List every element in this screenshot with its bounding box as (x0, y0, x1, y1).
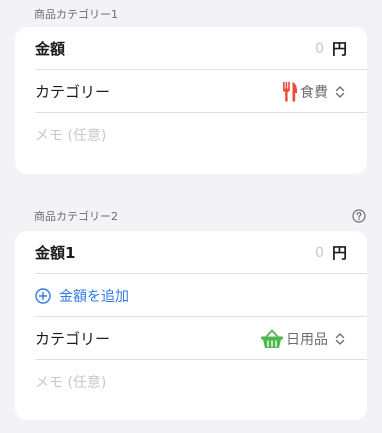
category-row[interactable]: カテゴリー 食費 (15, 70, 367, 113)
section2-header: 商品カテゴリー2 (34, 208, 366, 224)
section1-header-label: 商品カテゴリー1 (34, 8, 118, 21)
fork-knife-icon (283, 81, 297, 101)
amount1-label: 金額1 (35, 244, 76, 262)
amount1-value: 0 (315, 244, 324, 261)
category2-value: 日用品 (286, 331, 328, 348)
memo-row[interactable]: メモ (任意) (15, 113, 367, 156)
category2-row[interactable]: カテゴリー 日用品 (15, 317, 367, 360)
category-picker[interactable]: 食費 (282, 81, 347, 102)
add-amount-label: 金額を追加 (59, 288, 129, 305)
amount-label: 金額 (35, 40, 66, 58)
basket-icon (261, 329, 283, 348)
category-label: カテゴリー (35, 83, 111, 101)
amount1-row[interactable]: 金額1 0 円 (15, 231, 367, 274)
memo2-field[interactable]: メモ (任意) (35, 372, 347, 392)
memo-field[interactable]: メモ (任意) (35, 125, 347, 145)
amount1-field[interactable]: 0 円 (315, 242, 347, 263)
amount1-unit: 円 (331, 244, 347, 262)
section1-card: 金額 0 円 カテゴリー 食費 メモ (任意) (15, 27, 367, 174)
category-value: 食費 (300, 84, 328, 101)
chevron-up-down-icon (335, 332, 345, 345)
memo2-row[interactable]: メモ (任意) (15, 360, 367, 403)
category2-label: カテゴリー (35, 330, 111, 348)
category2-picker[interactable]: 日用品 (260, 329, 347, 349)
amount-value: 0 (315, 40, 324, 57)
amount-unit: 円 (331, 40, 347, 58)
question-circle-icon[interactable] (352, 209, 366, 223)
plus-circle-icon (35, 287, 51, 304)
chevron-up-down-icon (335, 85, 345, 98)
add-amount-button[interactable]: 金額を追加 (15, 274, 367, 317)
section2-header-label: 商品カテゴリー2 (34, 210, 118, 223)
amount-field[interactable]: 0 円 (315, 38, 347, 59)
amount-row[interactable]: 金額 0 円 (15, 27, 367, 70)
section2-card: 金額1 0 円 金額を追加 カテゴリー 日用品 メモ (任意) (15, 231, 367, 420)
section1-header: 商品カテゴリー1 (34, 6, 366, 22)
